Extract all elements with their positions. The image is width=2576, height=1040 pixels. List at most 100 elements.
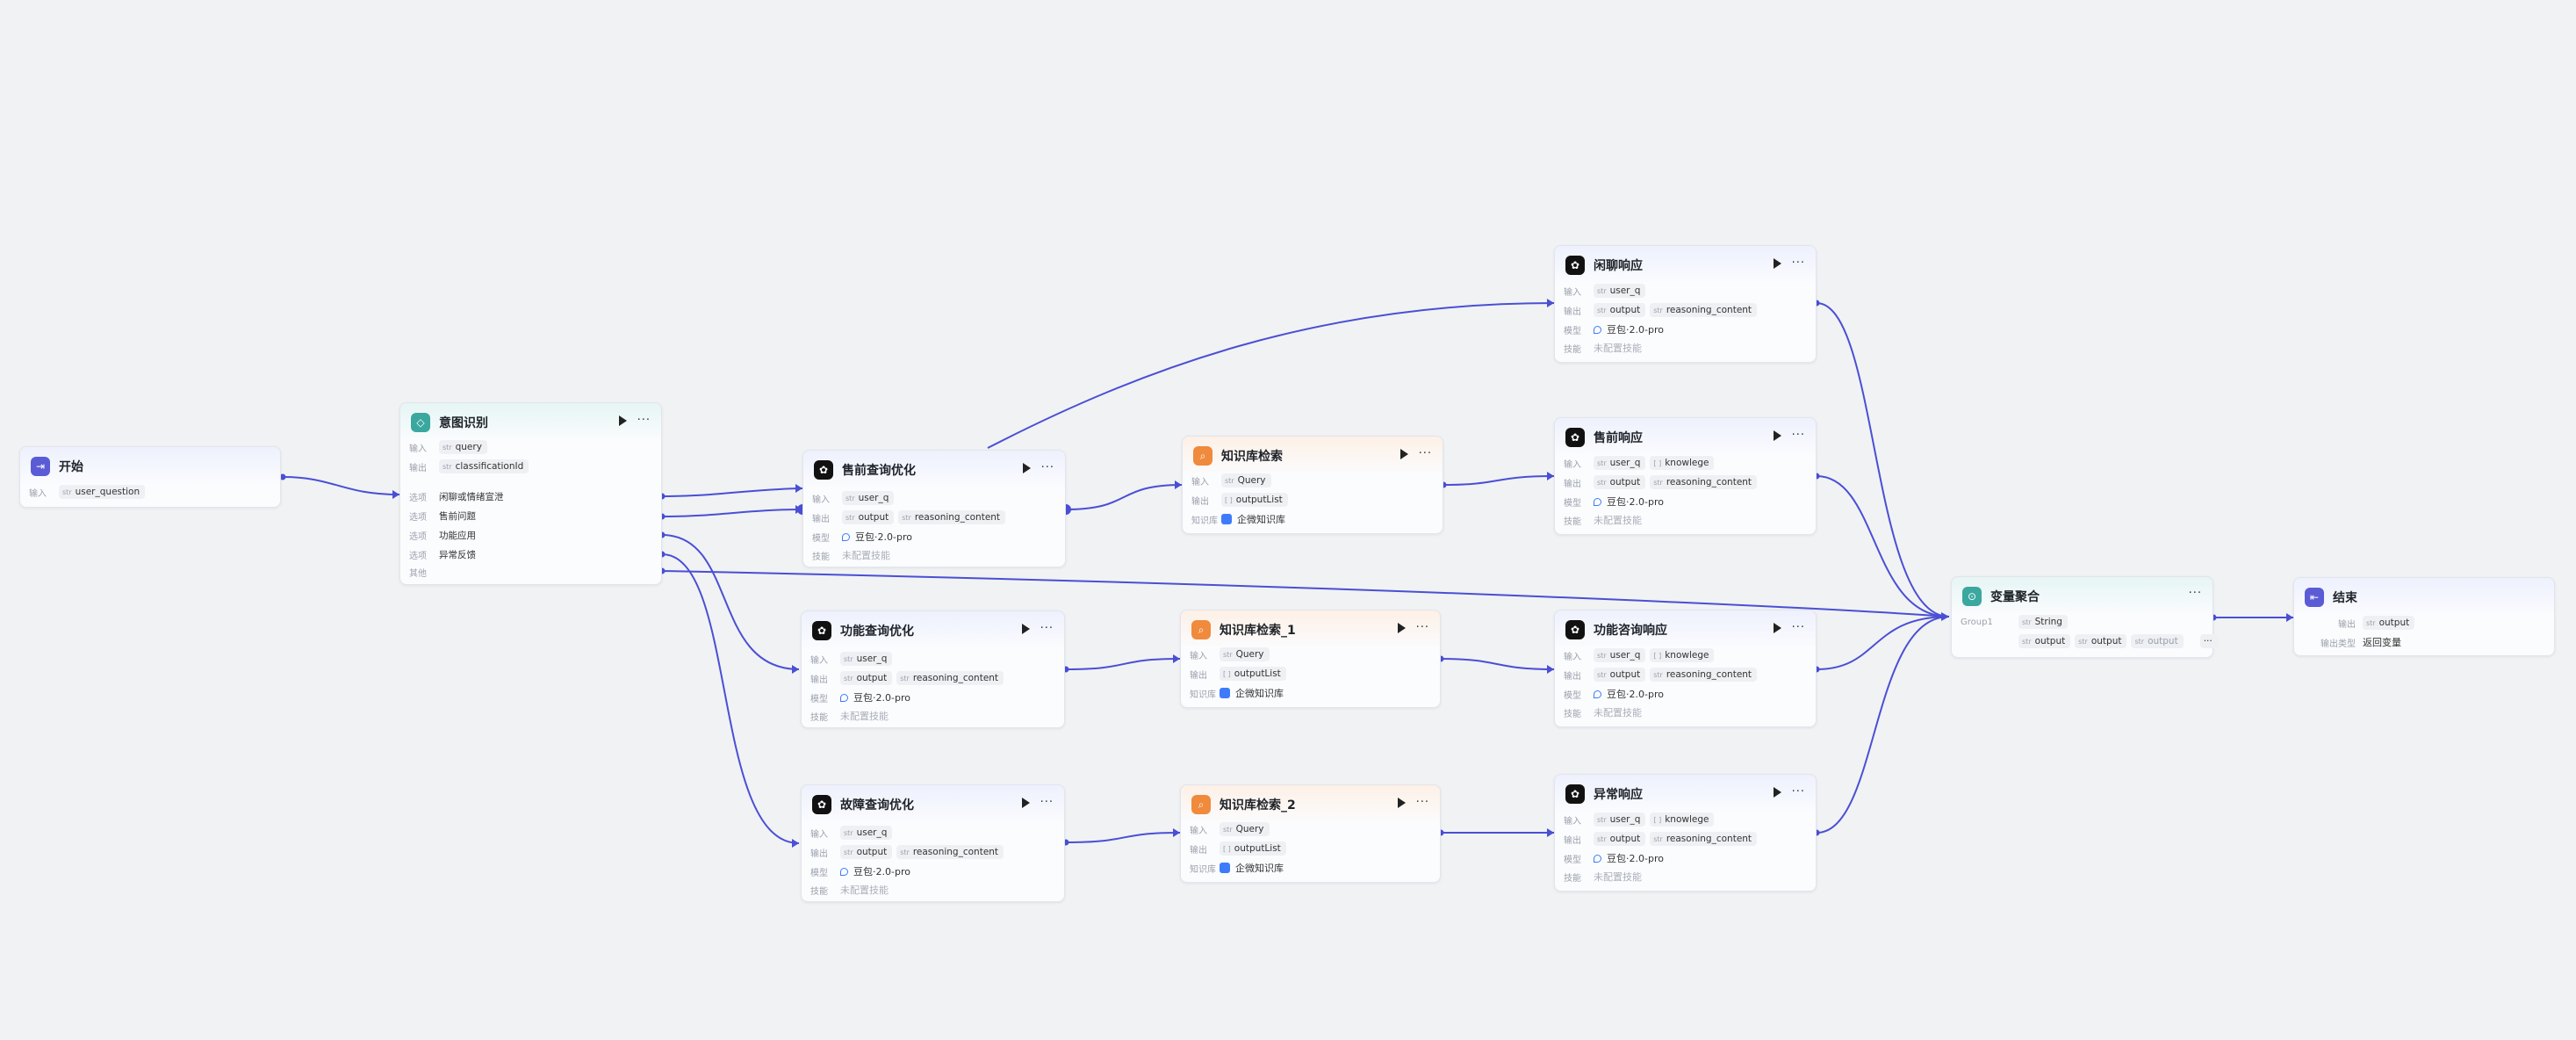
var-chip[interactable]: str output xyxy=(1594,832,1646,846)
var-chip[interactable]: str reasoning_content xyxy=(1650,832,1758,846)
run-icon[interactable] xyxy=(1773,623,1781,633)
more-icon[interactable]: ··· xyxy=(1040,623,1054,634)
var-chip[interactable]: str reasoning_content xyxy=(896,671,1004,685)
var-chip[interactable]: str output xyxy=(1594,668,1646,682)
var-chip[interactable]: [ ] outputList xyxy=(1220,841,1286,856)
run-icon[interactable] xyxy=(1021,624,1030,634)
var-name: output xyxy=(2034,636,2066,646)
more-icon[interactable]: ··· xyxy=(1792,430,1805,441)
arrow-intent xyxy=(392,490,399,499)
var-chip[interactable]: str Query xyxy=(1220,647,1270,661)
more-icon[interactable]: ··· xyxy=(1416,622,1429,633)
skill-label: 技能 xyxy=(810,886,828,897)
model-label: 模型 xyxy=(812,533,830,544)
run-icon[interactable] xyxy=(1773,787,1781,798)
type-str: str xyxy=(2022,637,2032,646)
var-chip[interactable]: str query xyxy=(439,440,487,454)
run-icon[interactable] xyxy=(1021,798,1030,808)
var-chip[interactable]: str output xyxy=(1594,475,1646,489)
more-vars-chip[interactable]: ··· xyxy=(2199,634,2218,648)
node-kb1[interactable]: ⌕ 知识库检索_1 ··· 输入 str Query 输出[ ] outputList … xyxy=(1180,610,1441,708)
run-icon[interactable] xyxy=(1022,463,1031,473)
node-kb2[interactable]: ⌕ 知识库检索_2 ··· 输入 str Query 输出[ ] outputList … xyxy=(1180,784,1441,883)
more-icon[interactable]: ··· xyxy=(2189,588,2202,599)
type-str: str xyxy=(2022,618,2032,626)
node-chat-resp[interactable]: ✿ 闲聊响应 ··· 输入 str user_q 输出 str output str reas… xyxy=(1554,245,1817,363)
run-icon[interactable] xyxy=(1773,430,1781,441)
var-chip[interactable]: str output xyxy=(2075,634,2127,648)
type-str: str xyxy=(1597,815,1607,824)
node-aggregator[interactable]: ⊙ 变量聚合 ··· Group1 str String str output str ou… xyxy=(1951,576,2218,658)
more-icon[interactable]: ··· xyxy=(1040,797,1054,808)
var-name: user_q xyxy=(856,827,888,838)
node-end[interactable]: ⇤ 结束 输出 str output 输出类型 返回变量 xyxy=(2293,577,2555,656)
run-icon[interactable] xyxy=(1400,449,1408,459)
node-err-resp[interactable]: ✿ 异常响应 ··· 输入 str user_q[ ] knowlege 输出 str ou… xyxy=(1554,774,1817,892)
var-chip[interactable]: str Query xyxy=(1221,473,1271,488)
var-chip[interactable]: [ ] outputList xyxy=(1220,667,1286,681)
type-str: str xyxy=(844,828,853,837)
var-name: outputList xyxy=(1234,668,1281,679)
group-type-chip[interactable]: str String xyxy=(2018,615,2068,629)
more-icon[interactable]: ··· xyxy=(1419,448,1432,459)
node-func-opt[interactable]: ✿ 功能查询优化 ··· 输入 str user_q 输出 str output str re… xyxy=(801,610,1065,728)
var-chip[interactable]: str user_q xyxy=(840,826,893,840)
llm-icon: ✿ xyxy=(1565,256,1585,275)
var-name: user_q xyxy=(1609,458,1641,468)
var-chip[interactable]: str output xyxy=(2363,616,2415,630)
var-chip[interactable]: str reasoning_content xyxy=(1650,668,1758,682)
output-label: 输出 xyxy=(812,514,830,524)
var-chip[interactable]: str output xyxy=(840,845,893,859)
node-start[interactable]: ⇥ 开始 输入 str user_question xyxy=(19,446,281,508)
var-chip[interactable]: str output xyxy=(2131,634,2184,648)
run-icon[interactable] xyxy=(1397,798,1406,808)
node-kb0[interactable]: ⌕ 知识库检索 ··· 输入 str Query 输出 [ ] outputList 知识… xyxy=(1182,436,1443,534)
var-chip[interactable]: str output xyxy=(840,671,893,685)
type-str: str xyxy=(1597,459,1607,467)
var-chip[interactable]: str reasoning_content xyxy=(1650,303,1758,317)
model-label: 模型 xyxy=(810,694,828,704)
option-label: 选项 xyxy=(409,493,427,503)
node-func-resp[interactable]: ✿ 功能咨询响应 ··· 输入 str user_q[ ] knowlege 输出 str… xyxy=(1554,610,1817,727)
var-chip[interactable]: str user_q xyxy=(840,652,893,666)
node-presale-opt[interactable]: ✿ 售前查询优化 ··· 输入 str user_q 输出 str output str re… xyxy=(802,450,1066,567)
var-chip[interactable]: str reasoning_content xyxy=(1650,475,1758,489)
var-chip[interactable]: str user_q xyxy=(1594,456,1646,470)
var-chip[interactable]: [ ] knowlege xyxy=(1650,456,1715,470)
var-chip[interactable]: str user_q xyxy=(1594,284,1646,298)
run-icon[interactable] xyxy=(618,415,627,426)
more-icon[interactable]: ··· xyxy=(1792,257,1805,269)
more-icon[interactable]: ··· xyxy=(637,415,651,426)
type-str: str xyxy=(902,513,911,522)
var-chip[interactable]: str user_q xyxy=(1594,648,1646,662)
group-label: Group1 xyxy=(1961,617,1993,627)
var-chip[interactable]: str reasoning_content xyxy=(898,510,1006,524)
var-chip[interactable]: str output xyxy=(2018,634,2071,648)
more-icon[interactable]: ··· xyxy=(1041,462,1054,473)
node-fault-opt[interactable]: ✿ 故障查询优化 ··· 输入 str user_q 输出 str output str re… xyxy=(801,784,1065,902)
var-chip[interactable]: str output xyxy=(1594,303,1646,317)
var-chip[interactable]: str Query xyxy=(1220,822,1270,836)
edge-presale-kb0 xyxy=(1065,484,1183,510)
output-label: 输出 xyxy=(1190,670,1207,681)
var-chip[interactable]: [ ] knowlege xyxy=(1650,812,1715,827)
more-icon[interactable]: ··· xyxy=(1792,622,1805,633)
var-chip[interactable]: str user_question xyxy=(59,485,146,499)
var-chip[interactable]: str reasoning_content xyxy=(896,845,1004,859)
var-chip[interactable]: str user_q xyxy=(1594,812,1646,827)
run-icon[interactable] xyxy=(1397,623,1406,633)
output-label: 输出 xyxy=(1564,835,1581,846)
var-chip[interactable]: str output xyxy=(842,510,895,524)
option-value: 异常反馈 xyxy=(439,549,476,560)
var-chip[interactable]: str user_q xyxy=(842,491,895,505)
node-intent[interactable]: ◇ 意图识别 ··· 输入 str query 输出 str classification… xyxy=(399,402,662,585)
node-presale-resp[interactable]: ✿ 售前响应 ··· 输入 str user_q[ ] knowlege 输出 str ou… xyxy=(1554,417,1817,535)
var-chip[interactable]: [ ] outputList xyxy=(1221,493,1288,507)
run-icon[interactable] xyxy=(1773,258,1781,269)
var-chip[interactable]: str classificationId xyxy=(439,459,529,473)
var-chip[interactable]: [ ] knowlege xyxy=(1650,648,1715,662)
arrow-kb0 xyxy=(1175,480,1182,489)
option-value: 售前问题 xyxy=(439,510,476,522)
more-icon[interactable]: ··· xyxy=(1792,786,1805,798)
more-icon[interactable]: ··· xyxy=(1416,797,1429,808)
